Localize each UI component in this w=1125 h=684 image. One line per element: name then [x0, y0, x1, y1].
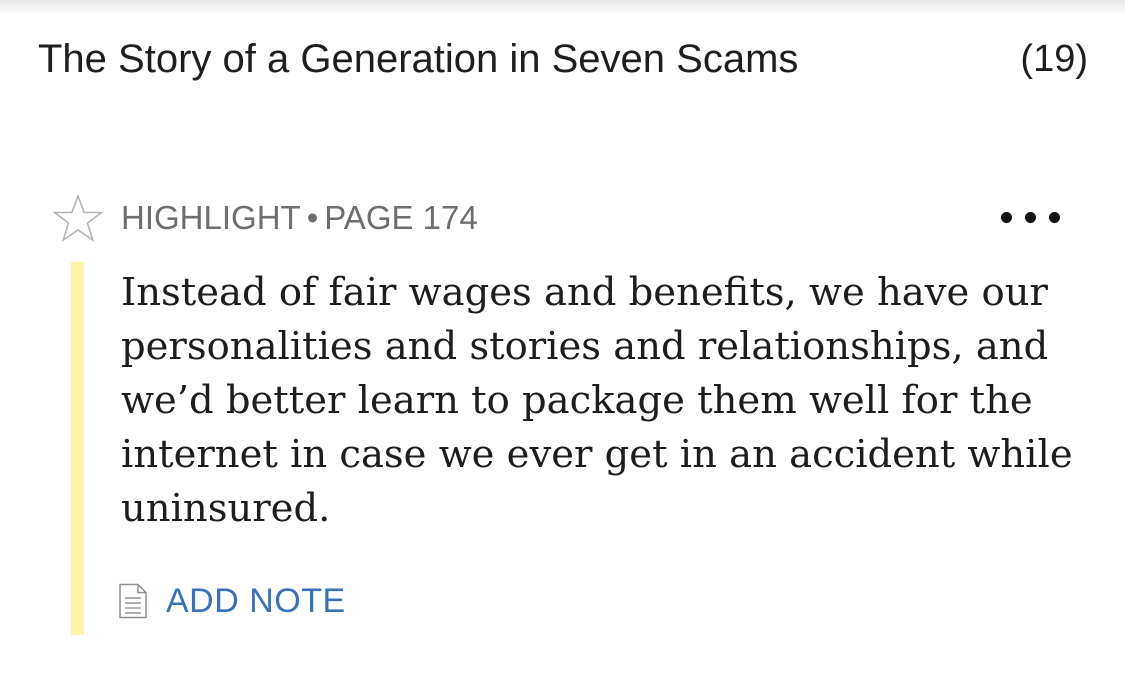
meta-separator: • — [306, 199, 319, 236]
annotation-type: HIGHLIGHT — [121, 199, 301, 236]
annotation-location: PAGE 174 — [324, 199, 478, 236]
add-note-label: ADD NOTE — [166, 582, 346, 620]
highlight-count: (19) — [1020, 38, 1088, 80]
ellipsis-dot — [1025, 212, 1036, 223]
book-title: The Story of a Generation in Seven Scams — [38, 37, 799, 81]
highlight-quote-text[interactable]: Instead of fair wages and benefits, we h… — [121, 266, 1096, 536]
star-icon[interactable] — [52, 193, 104, 245]
top-edge-shadow — [0, 0, 1125, 14]
highlight-color-bar — [71, 262, 84, 635]
add-note-button[interactable]: ADD NOTE — [118, 580, 346, 622]
more-options-ellipsis-icon[interactable] — [1001, 205, 1063, 229]
ellipsis-dot — [1049, 212, 1060, 223]
ellipsis-dot — [1001, 212, 1012, 223]
annotation-meta: HIGHLIGHT • PAGE 174 — [121, 196, 478, 240]
notebook-header: The Story of a Generation in Seven Scams… — [38, 32, 1088, 88]
note-document-icon — [119, 583, 147, 619]
